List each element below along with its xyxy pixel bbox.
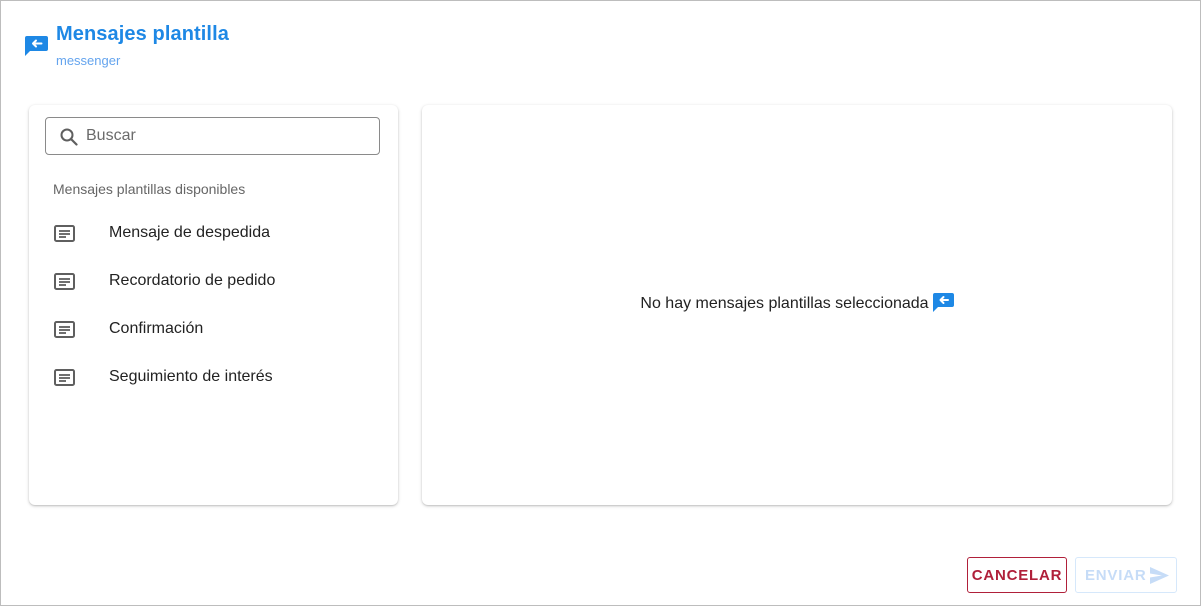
template-item-despedida[interactable]: Mensaje de despedida [29,209,398,257]
message-text-icon [54,273,75,290]
template-item-seguimiento[interactable]: Seguimiento de interés [29,353,398,401]
templates-list: Mensaje de despedida Recordatorio de ped… [29,209,398,401]
template-preview-panel: No hay mensajes plantillas seleccionada [422,105,1172,505]
send-button-label: ENVIAR [1085,567,1147,584]
template-item-confirmacion[interactable]: Confirmación [29,305,398,353]
messenger-reply-icon [25,36,48,56]
template-item-label: Seguimiento de interés [109,368,273,385]
search-box[interactable] [45,117,380,155]
send-icon [1150,567,1169,584]
message-text-icon [54,369,75,386]
send-button[interactable]: ENVIAR [1075,557,1177,593]
empty-preview-text: No hay mensajes plantillas seleccionada [640,295,929,312]
message-text-icon [54,321,75,338]
template-item-label: Confirmación [109,320,204,337]
message-text-icon [54,225,75,242]
template-messages-dialog: Mensajes plantilla messenger Mensajes pl… [0,0,1201,606]
templates-list-header: Mensajes plantillas disponibles [53,181,246,197]
template-item-recordatorio[interactable]: Recordatorio de pedido [29,257,398,305]
cancel-button[interactable]: CANCELAR [967,557,1067,593]
empty-preview-message: No hay mensajes plantillas seleccionada [422,293,1172,313]
dialog-title: Mensajes plantilla [56,23,229,45]
templates-panel: Mensajes plantillas disponibles Mensaje … [29,105,398,505]
template-item-label: Recordatorio de pedido [109,272,276,289]
dialog-header: Mensajes plantilla messenger [25,23,425,73]
template-item-label: Mensaje de despedida [109,224,271,241]
search-input[interactable] [86,122,366,150]
search-icon [60,128,78,146]
messenger-reply-icon [932,293,954,312]
dialog-subtitle: messenger [56,53,121,68]
